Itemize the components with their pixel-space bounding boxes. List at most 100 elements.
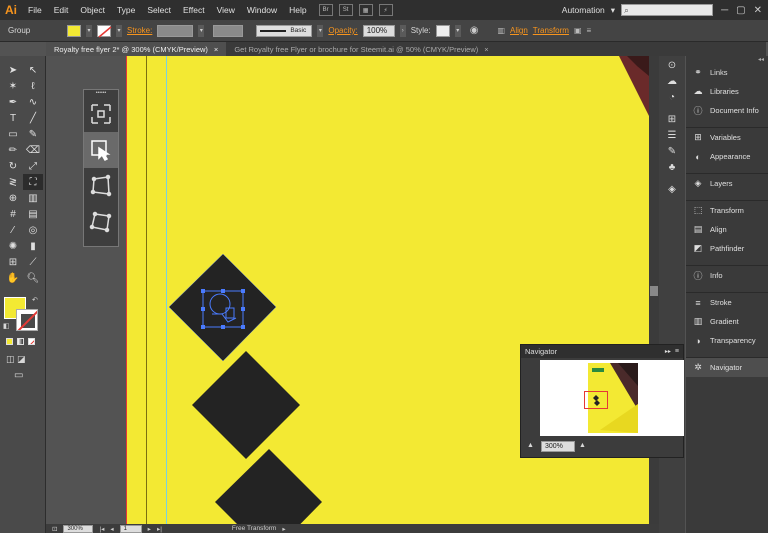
maximize-icon[interactable]: ▢ xyxy=(736,5,745,16)
panel-links[interactable]: ⚭ Links xyxy=(686,63,768,82)
diamond-bottom[interactable] xyxy=(215,449,322,524)
next-artboard-icon[interactable]: ▸ xyxy=(148,525,151,533)
panel-align[interactable]: ▤ Align xyxy=(686,220,768,239)
control-bar-menu-icon[interactable]: ≡ xyxy=(587,26,592,35)
zoom-tool-icon[interactable]: 🔍︎ xyxy=(23,270,43,286)
strip-stroke-icon[interactable]: ☰ xyxy=(668,130,677,141)
gradient-tool-icon[interactable]: ▤ xyxy=(23,206,43,222)
opacity-label[interactable]: Opacity: xyxy=(328,26,357,35)
isolate-icon[interactable]: ▣ xyxy=(574,26,582,35)
symbol-sprayer-tool-icon[interactable]: ✺ xyxy=(3,238,23,254)
draw-mode-icon[interactable]: ◫ ◪ xyxy=(6,354,26,365)
eyedropper-tool-icon[interactable]: ⁄ xyxy=(3,222,23,238)
selection-tool-icon[interactable]: ➤ xyxy=(3,62,23,78)
navigator-preview[interactable] xyxy=(540,360,684,436)
navigator-zoom-out-icon[interactable]: ▲ xyxy=(527,442,534,449)
color-icon[interactable] xyxy=(6,338,13,345)
stroke-weight-dropdown-icon[interactable]: ▾ xyxy=(198,24,205,37)
search-field[interactable]: ⌕ xyxy=(621,4,714,16)
strip-layers-icon[interactable]: ◈ xyxy=(668,184,676,195)
pen-tool-icon[interactable]: ✒ xyxy=(3,94,23,110)
direct-selection-tool-icon[interactable]: ↖ xyxy=(23,62,43,78)
stroke-label[interactable]: Stroke: xyxy=(127,26,152,35)
panel-navigator[interactable]: ✲ Navigator xyxy=(686,358,768,377)
scroll-thumb[interactable] xyxy=(650,286,658,296)
strip-links-icon[interactable]: ⊙ xyxy=(668,60,676,71)
shape-builder-tool-icon[interactable]: ⊕ xyxy=(3,190,23,206)
paintbrush-tool-icon[interactable]: ✎ xyxy=(23,126,43,142)
navigator-view-box[interactable] xyxy=(584,391,608,409)
type-tool-icon[interactable]: T xyxy=(3,110,23,126)
fill-swatch[interactable] xyxy=(67,24,81,37)
navigator-menu-icon[interactable]: ≡ xyxy=(675,348,679,355)
strip-grid-icon[interactable]: ⊞ xyxy=(668,114,676,125)
hand-tool-icon[interactable]: ✋ xyxy=(3,270,23,286)
screen-mode-icon[interactable]: ▭ xyxy=(14,370,23,381)
rectangle-tool-icon[interactable]: ▭ xyxy=(3,126,23,142)
menu-type[interactable]: Type xyxy=(111,5,141,15)
magic-wand-tool-icon[interactable]: ✶ xyxy=(3,78,23,94)
transform-link[interactable]: Transform xyxy=(533,26,569,35)
panel-info[interactable]: ⓘ Info xyxy=(686,266,768,285)
opacity-field[interactable]: 100% xyxy=(362,24,395,37)
perspective-distort-icon[interactable] xyxy=(84,168,118,204)
strip-brush-icon[interactable]: ✎ xyxy=(668,146,676,157)
constrain-icon[interactable] xyxy=(84,96,118,132)
diamond-selected[interactable] xyxy=(168,253,277,362)
fill-dropdown-icon[interactable]: ▾ xyxy=(86,24,92,37)
variable-width-field[interactable] xyxy=(213,24,244,37)
menu-edit[interactable]: Edit xyxy=(48,5,75,15)
prev-artboard-icon[interactable]: ◂ xyxy=(110,525,113,533)
swap-fill-stroke-icon[interactable]: ↶ xyxy=(32,296,38,304)
panel-transparency[interactable]: ◑ Transparency xyxy=(686,331,768,350)
first-artboard-icon[interactable]: |◂ xyxy=(99,525,104,533)
default-colors-icon[interactable]: ◧ xyxy=(3,322,10,330)
minimize-icon[interactable]: ─ xyxy=(721,5,728,16)
panel-document-info[interactable]: ⓘ Document Info xyxy=(686,101,768,120)
panel-appearance[interactable]: ◐ Appearance xyxy=(686,147,768,166)
menu-help[interactable]: Help xyxy=(283,5,312,15)
close-icon[interactable]: ✕ xyxy=(754,5,762,16)
stock-icon[interactable]: St xyxy=(338,4,353,16)
column-graph-tool-icon[interactable]: ▮ xyxy=(23,238,43,254)
tab-close-icon[interactable]: × xyxy=(214,45,218,54)
eraser-tool-icon[interactable]: ⌫ xyxy=(23,142,43,158)
align-grid-icon[interactable]: ▥ xyxy=(497,26,505,35)
none-icon[interactable] xyxy=(28,338,35,345)
align-link[interactable]: Align xyxy=(510,26,528,35)
pencil-tool-icon[interactable]: ✏ xyxy=(3,142,23,158)
free-transform-tool-icon[interactable]: ⛶ xyxy=(23,174,43,190)
artboard-nav-icon[interactable]: ⊡ xyxy=(52,525,57,533)
line-tool-icon[interactable]: ╱ xyxy=(23,110,43,126)
bridge-icon[interactable]: Br xyxy=(318,4,333,16)
workspace-chevron-icon[interactable]: ▾ xyxy=(611,5,615,16)
brush-field[interactable]: Basic xyxy=(256,24,313,37)
panel-stroke[interactable]: ≡ Stroke xyxy=(686,293,768,312)
panel-transform[interactable]: ⬚ Transform xyxy=(686,201,768,220)
arrange-documents-icon[interactable]: ▦ xyxy=(358,4,373,16)
tab-royalty-free-flyer-2[interactable]: Royalty free flyer 2* @ 300% (CMYK/Previ… xyxy=(46,42,227,56)
curvature-tool-icon[interactable]: ∿ xyxy=(23,94,43,110)
panel-libraries[interactable]: ☁ Libraries xyxy=(686,82,768,101)
stroke-dropdown-icon[interactable]: ▾ xyxy=(116,24,122,37)
brush-dropdown-icon[interactable]: ▾ xyxy=(317,24,324,37)
navigator-zoom-field[interactable]: 300% xyxy=(541,441,575,452)
panel-gradient[interactable]: ▥ Gradient xyxy=(686,312,768,331)
diamond-middle[interactable] xyxy=(192,351,300,459)
dock-collapse-icon[interactable]: ◂◂ xyxy=(686,56,768,63)
strip-info-icon[interactable]: ◔ xyxy=(669,92,675,103)
zoom-field[interactable]: 300% xyxy=(63,524,94,533)
stroke-color-swatch[interactable] xyxy=(16,309,38,331)
menu-select[interactable]: Select xyxy=(141,5,177,15)
panel-pathfinder[interactable]: ◩ Pathfinder xyxy=(686,239,768,258)
menu-file[interactable]: File xyxy=(22,5,48,15)
rotate-tool-icon[interactable]: ↻ xyxy=(3,158,23,174)
navigator-zoom-in-icon[interactable]: ▲ xyxy=(579,442,586,449)
stroke-weight-field[interactable] xyxy=(157,24,194,37)
status-arrow-icon[interactable]: ▸ xyxy=(282,525,285,533)
menu-window[interactable]: Window xyxy=(241,5,283,15)
tab-close-icon[interactable]: × xyxy=(484,45,488,54)
panel-variables[interactable]: ⊞ Variables xyxy=(686,128,768,147)
panel-layers[interactable]: ◈ Layers xyxy=(686,174,768,193)
artboard-tool-icon[interactable]: ⊞ xyxy=(3,254,23,270)
